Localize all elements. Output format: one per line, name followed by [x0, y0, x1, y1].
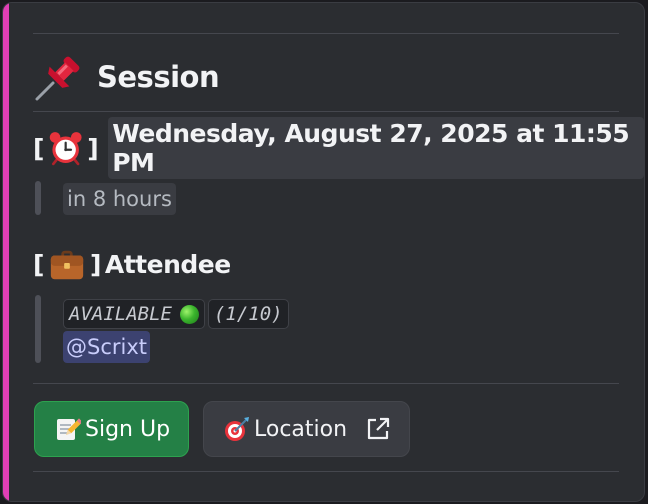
- attendee-status-row: AVAILABLE (1/10): [63, 299, 292, 329]
- close-bracket: ]: [87, 133, 99, 163]
- external-link-icon: [367, 417, 390, 440]
- user-mention[interactable]: @Scrixt: [63, 331, 151, 363]
- open-bracket: [: [33, 249, 44, 279]
- close-bracket: ]: [89, 249, 101, 279]
- buttons-top-divider: [33, 383, 619, 384]
- relative-timestamp: in 8 hours: [63, 183, 176, 215]
- availability-status: AVAILABLE: [69, 303, 172, 325]
- sign-up-button[interactable]: Sign Up: [34, 401, 189, 457]
- pushpin-icon: [35, 56, 80, 101]
- memo-pencil-icon: [57, 418, 81, 440]
- location-button[interactable]: Location: [203, 401, 410, 457]
- green-circle-icon: [179, 304, 199, 324]
- embed-accent-bar: [3, 3, 9, 501]
- attendee-label: Attendee: [104, 249, 231, 279]
- embed-title-row: Session: [33, 49, 220, 105]
- time-field-header: [ ] Wednesday, August 27, 2025 at 11:55 …: [33, 117, 644, 179]
- open-bracket: [: [33, 133, 44, 163]
- alarm-clock-icon: [49, 132, 82, 166]
- briefcase-icon: [50, 250, 84, 280]
- attendee-count: (1/10): [207, 299, 289, 329]
- bottom-divider: [33, 471, 619, 472]
- embed-title: Session: [97, 60, 220, 94]
- availability-code: AVAILABLE: [63, 299, 205, 329]
- top-divider: [33, 33, 619, 34]
- event-embed: Session [ ] Wednesday, August 27, 2025 a…: [2, 2, 645, 502]
- target-icon: [225, 417, 249, 441]
- relative-time-quote-bar: [35, 181, 41, 215]
- sign-up-label: Sign Up: [85, 416, 171, 442]
- location-label: Location: [254, 416, 348, 442]
- attendee-field-header: [ ] Attendee: [33, 241, 231, 287]
- title-divider: [33, 111, 619, 112]
- event-timestamp: Wednesday, August 27, 2025 at 11:55 PM: [108, 117, 644, 179]
- attendee-quote-bar: [35, 295, 41, 363]
